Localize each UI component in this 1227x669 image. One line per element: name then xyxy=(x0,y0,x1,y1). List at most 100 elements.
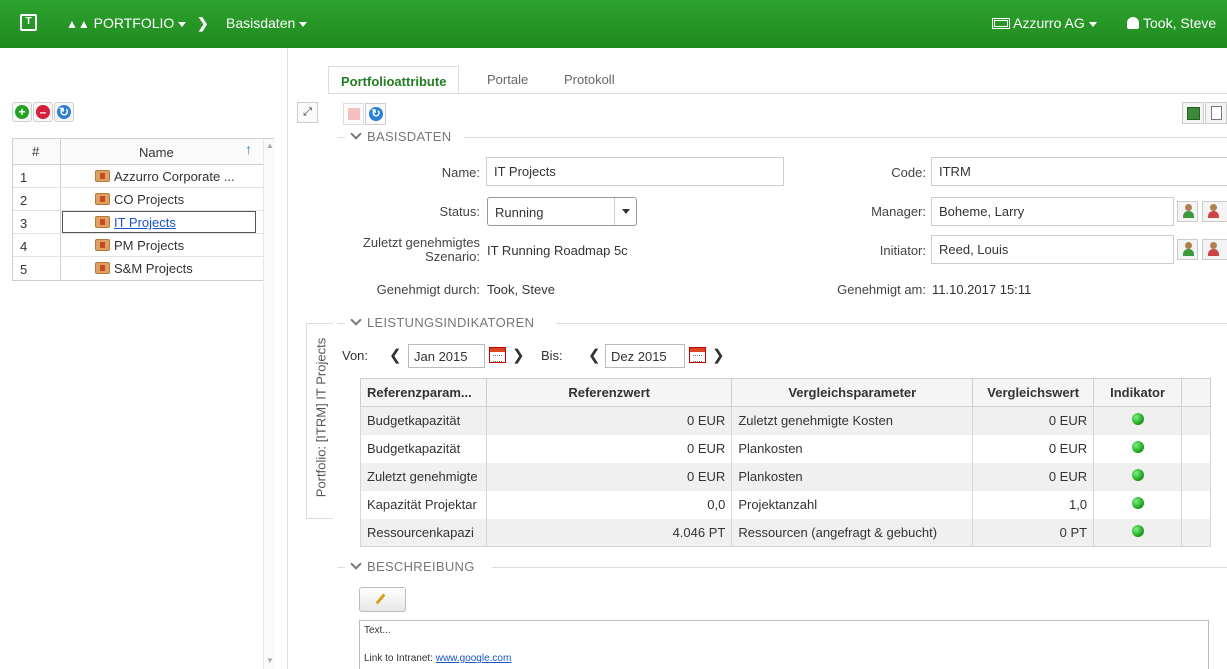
section-header-beschreibung[interactable]: BESCHREIBUNG xyxy=(350,558,475,574)
chevron-down-icon xyxy=(1088,21,1097,27)
reload-button[interactable]: ↻ xyxy=(365,103,386,125)
name-field[interactable]: IT Projects xyxy=(486,157,784,186)
row-number: 1 xyxy=(20,170,28,185)
intranet-link[interactable]: www.google.com xyxy=(436,653,512,664)
remove-initiator-button[interactable] xyxy=(1202,239,1227,260)
calendar-icon[interactable] xyxy=(489,347,506,363)
cell-vergleichsparameter: Ressourcen (angefragt & gebucht) xyxy=(731,518,974,547)
von-date-input[interactable]: Jan 2015 xyxy=(408,344,485,368)
user-name: Took, Steve xyxy=(1143,15,1217,31)
breadcrumb-separator-icon: ❯ xyxy=(197,15,209,31)
export-excel-button[interactable] xyxy=(1182,102,1204,124)
status-select[interactable]: Running xyxy=(487,197,637,226)
save-button[interactable] xyxy=(343,103,364,125)
cell-vergleichsparameter: Plankosten xyxy=(731,434,974,463)
cell-vergleichswert: 0 EUR xyxy=(972,434,1095,463)
select-manager-button[interactable] xyxy=(1177,201,1198,222)
column-header-indikator[interactable]: Indikator xyxy=(1093,378,1183,407)
tab-underline xyxy=(328,93,1227,94)
column-header-referenzparameter[interactable]: Referenzparam... xyxy=(360,378,487,407)
table-row[interactable]: Zuletzt genehmigte 0 EUR Plankosten 0 EU… xyxy=(360,462,1211,491)
company-menu[interactable]: Azzurro AG xyxy=(992,15,1097,31)
column-header-number[interactable]: # xyxy=(32,144,39,159)
approved-at-label: Genehmigt am: xyxy=(837,282,926,297)
column-header-name[interactable]: Name xyxy=(139,145,174,160)
code-field[interactable]: ITRM xyxy=(931,157,1227,186)
row-number: 5 xyxy=(20,262,28,277)
remove-manager-button[interactable] xyxy=(1202,201,1227,222)
list-item-selected[interactable]: 3 IT Projects xyxy=(13,211,273,234)
plus-icon: + xyxy=(15,105,29,119)
remove-button[interactable]: – xyxy=(33,102,53,122)
person-remove-icon xyxy=(1207,242,1219,257)
export-document-button[interactable] xyxy=(1205,102,1227,124)
sort-ascending-icon[interactable]: ↑ xyxy=(245,141,252,157)
tab-protokoll[interactable]: Protokoll xyxy=(564,72,615,87)
edit-description-button[interactable] xyxy=(359,587,406,612)
section-title: BASISDATEN xyxy=(367,129,452,144)
portfolio-menu[interactable]: ▲▲ PORTFOLIO xyxy=(66,15,187,31)
table-row[interactable]: Budgetkapazität 0 EUR Zuletzt genehmigte… xyxy=(360,406,1211,435)
scenario-label-line1: Zuletzt genehmigtes xyxy=(362,235,480,250)
tab-portale[interactable]: Portale xyxy=(487,72,528,87)
status-indicator-icon xyxy=(1131,441,1144,453)
scroll-up-icon[interactable]: ▲ xyxy=(266,141,274,150)
von-previous-icon[interactable]: ❮ xyxy=(389,346,402,364)
scenario-label-line2: Szenario: xyxy=(425,249,480,264)
collapse-icon: ⤢ xyxy=(303,106,312,118)
bis-date-input[interactable]: Dez 2015 xyxy=(605,344,685,368)
select-initiator-button[interactable] xyxy=(1177,239,1198,260)
initiator-label: Initiator: xyxy=(879,243,926,258)
portfolio-side-tab[interactable]: Portfolio: [ITRM] IT Projects xyxy=(306,323,333,519)
column-header-vergleichsparameter[interactable]: Vergleichsparameter xyxy=(731,378,974,407)
cell-referenzwert: 0 EUR xyxy=(485,462,733,491)
table-row[interactable]: Budgetkapazität 0 EUR Plankosten 0 EUR xyxy=(360,434,1211,463)
status-selected-value: Running xyxy=(495,205,544,220)
column-header-empty xyxy=(1181,378,1211,407)
add-button[interactable]: + xyxy=(12,102,32,122)
status-indicator-icon xyxy=(1131,413,1144,426)
bis-previous-icon[interactable]: ❮ xyxy=(588,346,601,364)
chevron-down-icon xyxy=(299,21,308,27)
scroll-down-icon[interactable]: ▼ xyxy=(266,656,274,665)
list-scrollbar[interactable]: ▲ ▼ xyxy=(263,139,275,669)
row-name-text: S&M Projects xyxy=(114,261,193,276)
list-item[interactable]: 2 CO Projects xyxy=(13,188,273,211)
link-prefix: Link to Intranet: xyxy=(364,653,436,664)
list-item[interactable]: 1 Azzurro Corporate ... xyxy=(13,165,273,188)
portfolio-list: # Name ↑ 1 Azzurro Corporate ... 2 CO Pr… xyxy=(12,138,274,281)
collapse-panel-button[interactable]: ⤢ xyxy=(297,102,318,123)
bis-next-icon[interactable]: ❯ xyxy=(712,346,725,364)
refresh-button[interactable]: ↻ xyxy=(54,102,74,122)
calendar-icon[interactable] xyxy=(689,347,706,363)
column-header-vergleichswert[interactable]: Vergleichswert xyxy=(972,378,1095,407)
table-row[interactable]: Kapazität Projektar 0,0 Projektanzahl 1,… xyxy=(360,490,1211,519)
person-icon xyxy=(1182,242,1194,257)
section-title: BESCHREIBUNG xyxy=(367,559,475,574)
scenario-label: Zuletzt genehmigtes Szenario: xyxy=(330,236,480,264)
user-menu[interactable]: Took, Steve xyxy=(1127,15,1216,31)
manager-field[interactable]: Boheme, Larry xyxy=(931,197,1174,226)
cell-empty xyxy=(1181,490,1211,519)
manager-label: Manager: xyxy=(871,204,926,219)
list-item[interactable]: 5 S&M Projects xyxy=(13,257,273,280)
cell-referenzwert: 0 EUR xyxy=(485,406,733,435)
description-text[interactable]: Text... Link to Intranet: www.google.com xyxy=(359,620,1209,669)
tab-portfolioattribute[interactable]: Portfolioattribute xyxy=(328,66,460,94)
initiator-field[interactable]: Reed, Louis xyxy=(931,235,1174,264)
table-row[interactable]: Ressourcenkapazi 4.046 PT Ressourcen (an… xyxy=(360,518,1211,547)
kpi-table: Referenzparam... Referenzwert Vergleichs… xyxy=(360,378,1211,547)
breadcrumb[interactable]: Basisdaten xyxy=(226,15,308,31)
status-label: Status: xyxy=(439,204,480,219)
app-logo-icon[interactable]: T xyxy=(20,14,37,31)
list-item[interactable]: 4 PM Projects xyxy=(13,234,273,257)
column-header-referenzwert[interactable]: Referenzwert xyxy=(485,378,733,407)
section-header-basisdaten[interactable]: BASISDATEN xyxy=(350,128,452,144)
row-number: 3 xyxy=(20,216,28,231)
description-body: Text... xyxy=(364,625,391,636)
section-header-leistungsindikatoren[interactable]: LEISTUNGSINDIKATOREN xyxy=(350,314,534,330)
cell-empty xyxy=(1181,406,1211,435)
bis-label: Bis: xyxy=(541,348,563,363)
portfolio-folder-icon xyxy=(95,170,110,182)
von-next-icon[interactable]: ❯ xyxy=(512,346,525,364)
